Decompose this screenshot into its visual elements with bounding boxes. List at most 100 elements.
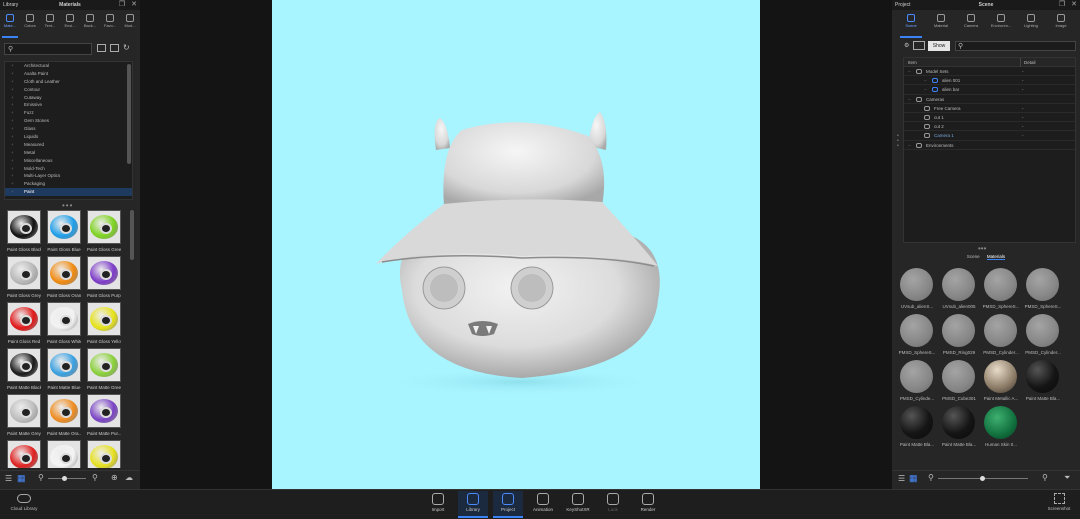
expand-icon[interactable]: − [908, 141, 911, 150]
material-sphere[interactable] [1026, 268, 1059, 301]
category-item[interactable]: Emissive [5, 101, 132, 109]
tree-row[interactable]: − Environments [904, 141, 1075, 150]
visibility-eye-icon[interactable] [932, 87, 938, 93]
material-item[interactable]: Paint Gloss Yellow [87, 302, 121, 344]
folder-icon[interactable] [97, 44, 106, 52]
category-item[interactable]: Architectural [5, 62, 132, 70]
expand-icon[interactable]: − [908, 67, 911, 76]
material-sphere[interactable] [900, 360, 933, 393]
visibility-eye-icon[interactable] [932, 78, 938, 84]
project-tab[interactable]: Material [928, 13, 954, 35]
settings-icon[interactable]: ⚙ [904, 42, 909, 49]
material-sphere[interactable] [900, 268, 933, 301]
material-item[interactable]: Paint Gloss Oran... [47, 256, 81, 298]
node-icon[interactable] [916, 69, 922, 74]
node-icon[interactable] [924, 133, 930, 139]
ribbon-animation-button[interactable]: Animation [528, 491, 558, 518]
tree-row[interactable]: − alien 001 - [904, 76, 1075, 86]
material-item[interactable]: Paint Gloss Black [7, 210, 41, 252]
tree-row[interactable]: − Cameras [904, 95, 1075, 104]
library-tab[interactable]: Back... [80, 13, 100, 35]
node-icon[interactable] [924, 105, 930, 111]
material-sphere[interactable] [942, 406, 975, 439]
material-sphere[interactable] [942, 360, 975, 393]
library-tab[interactable]: Mate... [0, 13, 20, 38]
material-sphere[interactable] [1026, 360, 1059, 393]
category-item[interactable]: Axalta Paint [5, 70, 132, 78]
project-tab[interactable]: Image [1048, 13, 1074, 35]
expand-icon[interactable]: − [908, 95, 911, 104]
project-tab[interactable]: Lighting [1018, 13, 1044, 35]
show-button[interactable]: Show [928, 41, 950, 51]
grid-view-icon[interactable]: ▦ [17, 473, 26, 484]
category-item[interactable]: Cloth and Leather [5, 78, 132, 86]
tree-row[interactable]: − Model Sets - [904, 67, 1075, 77]
material-item[interactable]: Paint Gloss Green [87, 210, 121, 252]
restore-icon[interactable]: ❐ [1059, 1, 1065, 9]
library-tab[interactable]: Text... [40, 13, 60, 35]
panel-resize-handle[interactable]: ••• [978, 244, 986, 253]
material-item[interactable]: Paint Gloss Grey [7, 256, 41, 298]
category-item[interactable]: Glass [5, 125, 132, 133]
expand-icon[interactable]: − [924, 85, 927, 94]
subtab-materials[interactable]: Materials [986, 254, 1006, 260]
tree-row[interactable]: Camera 1 - [904, 131, 1075, 141]
slider-thumb[interactable] [980, 476, 985, 481]
screenshot-button[interactable]: Screenshot [1044, 493, 1074, 511]
category-item[interactable]: Miscellaneous [5, 157, 132, 165]
library-tab[interactable]: Envi... [60, 13, 80, 35]
node-icon[interactable] [916, 96, 922, 102]
upload-icon[interactable]: ⊕ [111, 473, 118, 482]
material-sphere[interactable] [984, 406, 1017, 439]
panel-resize-handle[interactable]: ••• [62, 201, 73, 210]
category-item[interactable]: Metal [5, 149, 132, 157]
category-item[interactable]: Packaging [5, 180, 132, 188]
library-tab[interactable]: Mod... [120, 13, 140, 35]
scrollbar[interactable] [127, 64, 131, 164]
material-item[interactable] [47, 440, 81, 468]
subtab-scene[interactable]: Scene [967, 254, 980, 259]
library-tab[interactable]: Colors [20, 13, 40, 35]
material-item[interactable]: Paint Matte Green [87, 348, 121, 390]
project-tab[interactable]: Scene [898, 13, 924, 38]
scrollbar[interactable] [130, 210, 134, 260]
material-item[interactable] [7, 440, 41, 468]
material-sphere[interactable] [900, 314, 933, 347]
slider-thumb[interactable] [62, 476, 67, 481]
filter-icon[interactable]: ⏷ [1064, 473, 1070, 483]
material-sphere[interactable] [1026, 314, 1059, 347]
material-item[interactable]: Paint Matte Ora... [47, 394, 81, 436]
viewport[interactable] [272, 0, 760, 489]
side-handle[interactable]: • • • [897, 134, 899, 149]
cloud-icon[interactable]: ☁ [125, 473, 133, 482]
category-item[interactable]: Liquids [5, 133, 132, 141]
category-item[interactable]: Gem Stones [5, 117, 132, 125]
zoom-in-icon[interactable]: ⚲ [1042, 473, 1048, 482]
node-icon[interactable] [916, 142, 922, 148]
material-sphere[interactable] [942, 314, 975, 347]
ribbon-library-button[interactable]: Library [458, 491, 488, 518]
expand-icon[interactable]: − [924, 76, 927, 85]
category-item[interactable]: Multi-Layer Optics [5, 172, 132, 180]
material-item[interactable]: Paint Matte Blue [47, 348, 81, 390]
material-sphere[interactable] [984, 268, 1017, 301]
material-item[interactable]: Paint Matte Pur... [87, 394, 121, 436]
grid-view-icon[interactable]: ▦ [909, 473, 918, 484]
material-item[interactable]: Paint Gloss White [47, 302, 81, 344]
node-icon[interactable] [924, 114, 930, 120]
folder-add-icon[interactable] [110, 44, 119, 52]
cloud-library-button[interactable]: Cloud Library [6, 493, 42, 511]
search-input[interactable]: ⚲ [4, 43, 92, 55]
material-sphere[interactable] [942, 268, 975, 301]
material-item[interactable]: Paint Gloss Blue [47, 210, 81, 252]
project-tab[interactable]: Environm... [988, 13, 1014, 35]
thumbnail-size-slider[interactable] [938, 476, 1028, 481]
tree-row[interactable]: cut 2 - [904, 122, 1075, 132]
tree-row[interactable]: − alien bar - [904, 85, 1075, 95]
restore-icon[interactable]: ❐ [119, 1, 125, 9]
ribbon-import-button[interactable]: Import [423, 491, 453, 518]
category-item[interactable]: Fuzz [5, 109, 132, 117]
material-sphere[interactable] [984, 360, 1017, 393]
close-icon[interactable]: ✕ [131, 1, 137, 9]
ribbon-project-button[interactable]: Project [493, 491, 523, 518]
